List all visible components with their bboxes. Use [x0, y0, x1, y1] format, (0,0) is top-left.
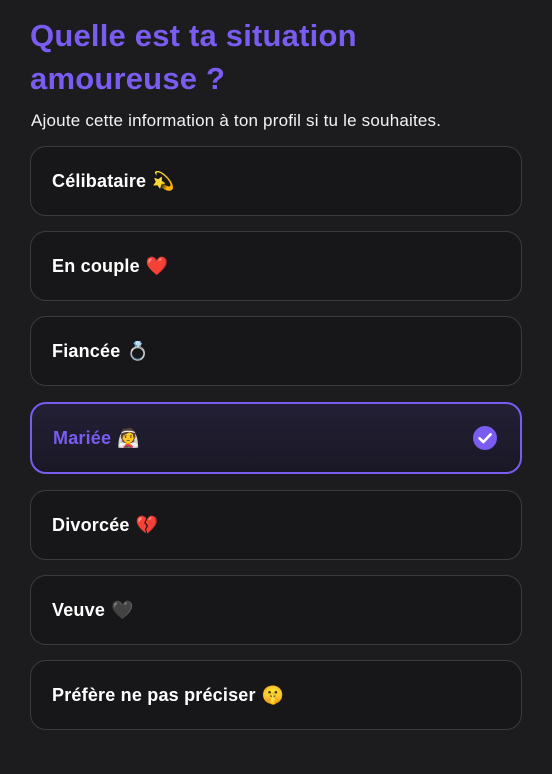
red-heart-icon: ❤️ [145, 255, 169, 277]
option-label: Fiancée [52, 340, 121, 361]
option-label: Célibataire [52, 170, 147, 191]
bride-icon: 👰 [117, 427, 140, 449]
page-subtitle: Ajoute cette information à ton profil si… [31, 111, 442, 130]
option-mariee[interactable]: Mariée 👰 [30, 402, 522, 474]
black-heart-icon: 🖤 [111, 599, 134, 621]
option-label: Préfère ne pas préciser [52, 684, 256, 705]
ring-icon: 💍 [126, 340, 149, 362]
page-title: Quelle est ta situation amoureuse ? [30, 18, 357, 96]
shushing-face-icon: 🤫 [261, 684, 285, 706]
option-en-couple[interactable]: En couple ❤️ [30, 231, 522, 301]
option-label: Veuve [52, 599, 106, 620]
option-prefere-ne-pas-preciser[interactable]: Préfère ne pas préciser 🤫 [30, 660, 522, 730]
dizzy-star-icon: 💫 [152, 170, 175, 192]
option-celibataire[interactable]: Célibataire 💫 [30, 146, 522, 216]
option-label: Mariée [53, 427, 112, 448]
option-fiancee[interactable]: Fiancée 💍 [30, 316, 522, 386]
checkmark-icon [473, 426, 497, 450]
option-label: Divorcée [52, 514, 130, 535]
option-label: En couple [52, 255, 140, 276]
option-veuve[interactable]: Veuve 🖤 [30, 575, 522, 645]
broken-heart-icon: 💔 [135, 514, 159, 536]
relationship-status-screen: Quelle est ta situation amoureuse ? Ajou… [0, 0, 552, 774]
options-list: Célibataire 💫 En couple ❤️ Fiancée 💍 Mar… [30, 146, 522, 730]
option-divorcee[interactable]: Divorcée 💔 [30, 490, 522, 560]
